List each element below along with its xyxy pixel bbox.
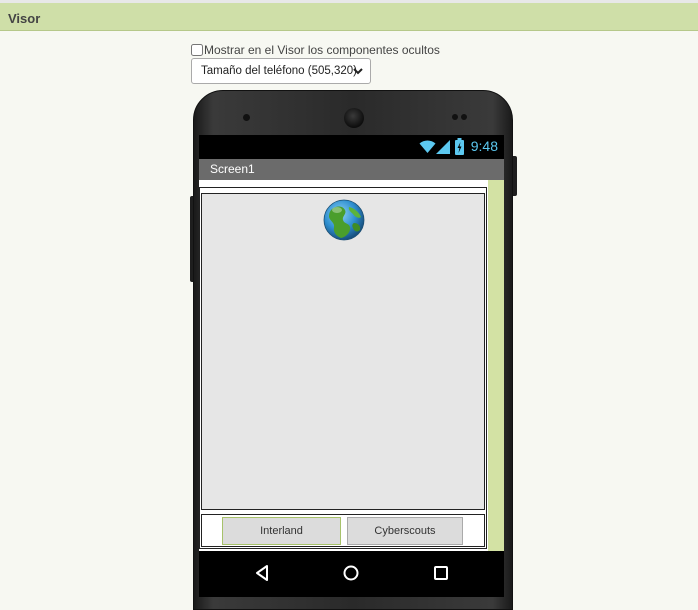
- status-time: 9:48: [470, 138, 498, 154]
- globe-icon[interactable]: [323, 199, 365, 241]
- phone-size-value: Tamaño del teléfono (505,320): [201, 65, 357, 77]
- screen-title: Screen1: [210, 162, 255, 176]
- back-icon[interactable]: [254, 564, 270, 582]
- wifi-icon: [419, 140, 436, 153]
- cyberscouts-button[interactable]: Cyberscouts: [347, 517, 463, 545]
- recents-icon[interactable]: [433, 565, 449, 581]
- phone-size-select[interactable]: Tamaño del teléfono (505,320): [191, 58, 371, 84]
- screen-scrollbar: [488, 180, 504, 551]
- sensor-dot: [461, 114, 467, 120]
- signal-icon: [436, 140, 450, 154]
- chevron-down-icon: [353, 68, 363, 75]
- status-bar: 9:48: [199, 135, 504, 159]
- phone-power-button: [513, 156, 517, 196]
- screen-title-bar: Screen1: [199, 159, 504, 180]
- interland-button[interactable]: Interland: [222, 517, 341, 545]
- show-hidden-label: Mostrar en el Visor los componentes ocul…: [204, 43, 440, 57]
- home-icon[interactable]: [343, 565, 359, 581]
- battery-icon: [455, 138, 464, 155]
- viewer-title: Visor: [8, 11, 41, 26]
- android-nav-bar: [199, 551, 504, 597]
- viewer-header: Visor: [0, 0, 698, 31]
- show-hidden-components-option[interactable]: Mostrar en el Visor los componentes ocul…: [191, 42, 440, 58]
- sensor-dot: [452, 114, 458, 120]
- front-camera-dot: [243, 114, 250, 121]
- show-hidden-checkbox[interactable]: [191, 44, 203, 56]
- phone-earpiece: [344, 108, 364, 128]
